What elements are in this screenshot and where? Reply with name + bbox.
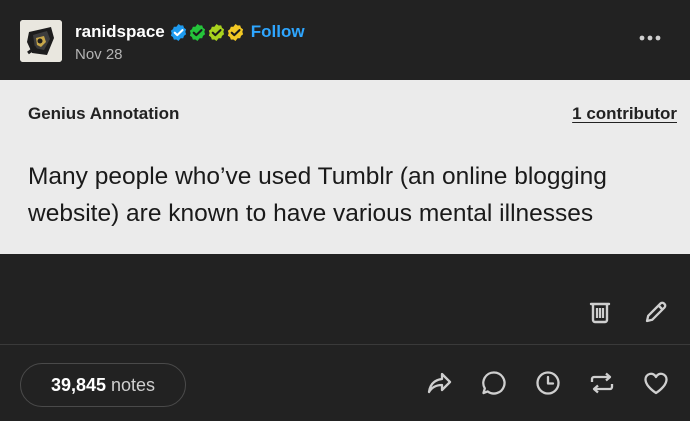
edit-icon[interactable] [642,298,670,326]
annotation-title: Genius Annotation [28,104,180,123]
user-line: ranidspace Follow [75,22,305,42]
post-header: ranidspace Follow Nov 28 [20,18,670,68]
avatar[interactable] [20,20,62,62]
username[interactable]: ranidspace [75,22,165,42]
verified-badge-green-icon[interactable] [188,23,207,42]
verified-badge-yellowgreen-icon[interactable] [207,23,226,42]
divider [0,344,690,345]
avatar-image [20,20,62,62]
more-dots-icon [639,35,661,41]
reblog-icon[interactable] [588,369,616,397]
follow-button[interactable]: Follow [251,22,305,42]
reply-icon[interactable] [480,369,508,397]
verified-badge-yellow-icon[interactable] [226,23,245,42]
contributors-link[interactable]: 1 contributor [572,104,677,124]
annotation-body: Many people who’ve used Tumblr (an onlin… [28,163,607,227]
like-icon[interactable] [642,369,670,397]
share-icon[interactable] [426,369,454,397]
more-button[interactable] [638,30,662,48]
post-actions [426,369,670,397]
genius-annotation: Genius Annotation 1 contributor Many peo… [0,80,690,254]
notes-label: notes [111,374,156,395]
post-date[interactable]: Nov 28 [75,46,123,63]
post-card: ranidspace Follow Nov 28 Genius Annotati… [0,0,690,421]
delete-icon[interactable] [586,298,614,326]
notes-button[interactable]: 39,845 notes [20,363,186,407]
history-icon[interactable] [534,369,562,397]
notes-count: 39,845 [50,374,106,395]
badges [169,23,245,42]
verified-badge-blue-icon[interactable] [169,23,188,42]
post-tools [586,298,670,326]
